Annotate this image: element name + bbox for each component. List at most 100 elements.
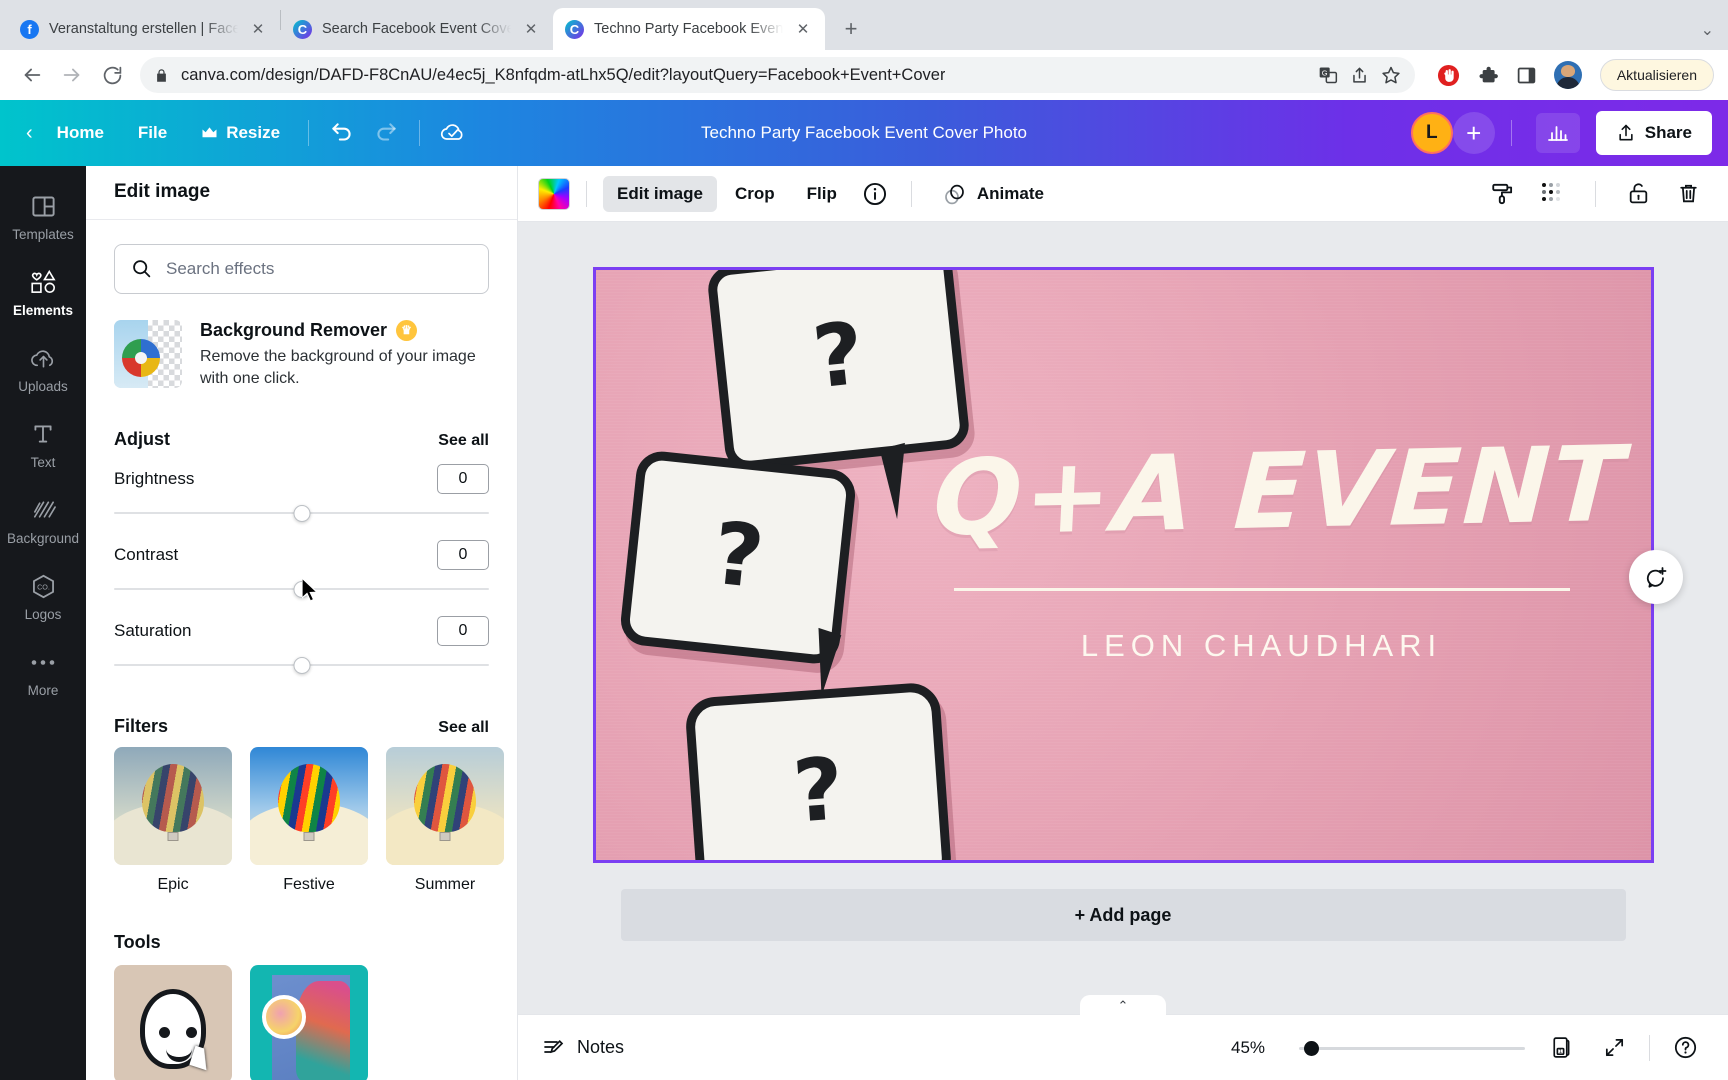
design-subtitle-text[interactable]: LEON CHAUDHARI (954, 628, 1570, 664)
saturation-value[interactable]: 0 (437, 615, 489, 646)
speech-bubble: ? (683, 681, 953, 860)
undo-icon[interactable] (321, 112, 363, 154)
crop-button[interactable]: Crop (721, 176, 789, 212)
side-panel-icon[interactable] (1516, 65, 1537, 86)
avatar[interactable]: L (1410, 112, 1453, 154)
lock-icon[interactable] (1618, 174, 1658, 214)
slider-handle[interactable] (293, 504, 310, 522)
profile-avatar[interactable] (1553, 61, 1582, 89)
cloud-saved-icon[interactable] (432, 112, 474, 154)
face-retouch-tool[interactable] (114, 964, 232, 1080)
browser-addressbar: canva.com/design/DAFD-F8CnAU/e4ec5j_K8nf… (0, 50, 1728, 100)
browser-tab-2[interactable]: C Search Facebook Event Cover ✕ (281, 8, 553, 50)
sidebar-item-logos[interactable]: CO. Logos (4, 560, 82, 631)
sidebar-item-elements[interactable]: Elements (4, 256, 82, 327)
brightness-value[interactable]: 0 (437, 463, 489, 494)
filters-see-all-link[interactable]: See all (438, 719, 489, 737)
zoom-slider[interactable] (1299, 1039, 1525, 1057)
background-remover-item[interactable]: Background Remover ♛ Remove the backgrou… (114, 319, 489, 391)
image-color-swatch[interactable] (538, 177, 570, 210)
upload-icon (1616, 123, 1636, 143)
add-page-button[interactable]: + Add page (620, 889, 1626, 941)
contrast-value[interactable]: 0 (437, 539, 489, 570)
share-icon[interactable] (1350, 66, 1369, 85)
add-comment-icon[interactable] (1629, 550, 1683, 604)
browser-tab-1[interactable]: f Veranstaltung erstellen | Faceb ✕ (8, 8, 280, 50)
zoom-slider-handle[interactable] (1304, 1040, 1319, 1056)
translate-icon[interactable]: G (1318, 65, 1338, 85)
uploads-cloud-icon (29, 343, 58, 373)
canva-topbar: ‹ Home File Resize Techno Party Facebook… (0, 100, 1728, 166)
flip-button[interactable]: Flip (793, 176, 851, 212)
tools-list (114, 964, 489, 1080)
trash-icon[interactable] (1668, 174, 1708, 214)
share-button[interactable]: Share (1595, 111, 1712, 155)
animate-label: Animate (976, 183, 1044, 203)
home-button[interactable]: Home (41, 115, 120, 151)
extension-icons (1437, 61, 1582, 89)
browser-tab-3[interactable]: C Techno Party Facebook Event C ✕ (553, 8, 825, 50)
adjust-title: Adjust (114, 428, 170, 449)
paint-roller-icon[interactable] (1483, 174, 1523, 214)
fullscreen-icon[interactable] (1595, 1029, 1633, 1067)
file-menu-button[interactable]: File (122, 115, 183, 151)
saturation-slider[interactable] (114, 652, 489, 678)
new-tab-button[interactable]: + (835, 13, 867, 45)
sidebar-item-more[interactable]: More (4, 636, 82, 707)
close-icon[interactable]: ✕ (793, 19, 813, 39)
document-title[interactable]: Techno Party Facebook Event Cover Photo (701, 123, 1027, 143)
search-icon (131, 258, 152, 279)
design-canvas[interactable]: ? ? ? Q+A EVENT LEON CHAUDHARI (592, 267, 1654, 863)
sidebar-item-background[interactable]: Background (4, 484, 82, 555)
sidebar-item-label: Logos (24, 607, 62, 622)
info-icon[interactable] (855, 174, 895, 214)
resize-button[interactable]: Resize (185, 115, 296, 151)
contrast-slider[interactable] (114, 576, 489, 602)
search-input[interactable]: Search effects (114, 243, 489, 294)
transparency-icon[interactable] (1533, 174, 1573, 214)
close-icon[interactable]: ✕ (248, 19, 268, 39)
left-rail: Templates Elements Uploads Text Backgrou… (0, 166, 86, 1080)
edit-image-button[interactable]: Edit image (603, 175, 717, 212)
bar-chart-icon[interactable] (1535, 113, 1580, 153)
collapse-panel-button[interactable]: ⌃ (1080, 995, 1166, 1016)
bottom-bar: ⌃ Notes 45% 1 (518, 995, 1728, 1080)
update-button[interactable]: Aktualisieren (1599, 59, 1714, 91)
animate-button[interactable]: Animate (928, 176, 1058, 212)
close-icon[interactable]: ✕ (521, 19, 541, 39)
back-chevron-icon[interactable]: ‹ (16, 114, 39, 153)
help-icon[interactable] (1666, 1029, 1704, 1067)
adjust-see-all-link[interactable]: See all (438, 432, 489, 450)
sidebar-item-uploads[interactable]: Uploads (4, 332, 82, 403)
page-count-icon[interactable]: 1 (1541, 1029, 1579, 1067)
toolbar-divider (419, 120, 421, 146)
reload-icon[interactable] (94, 57, 130, 93)
sidebar-item-templates[interactable]: Templates (4, 180, 82, 251)
slider-handle[interactable] (293, 656, 310, 674)
filter-label: Summer (414, 875, 476, 893)
adblock-icon[interactable] (1437, 64, 1460, 87)
notes-button[interactable]: Notes (542, 1036, 624, 1060)
brightness-slider[interactable] (114, 500, 489, 526)
filter-epic[interactable]: Epic (114, 746, 232, 894)
url-bar[interactable]: canva.com/design/DAFD-F8CnAU/e4ec5j_K8nf… (140, 57, 1415, 93)
editor-area: Edit image Crop Flip Animate ? ? ? Q+A E… (518, 166, 1728, 1080)
sidebar-item-text[interactable]: Text (4, 408, 82, 479)
filter-festive[interactable]: Festive (250, 746, 368, 894)
tools-section-header: Tools (114, 932, 489, 953)
more-dots-icon (30, 647, 56, 677)
back-icon[interactable] (14, 57, 50, 93)
extensions-puzzle-icon[interactable] (1477, 64, 1499, 86)
design-divider-line (953, 588, 1570, 591)
filter-summer[interactable]: Summer (386, 746, 504, 894)
filter-label: Festive (283, 875, 335, 893)
photo-effects-tool[interactable] (250, 964, 368, 1080)
brightness-label: Brightness (114, 468, 195, 488)
add-member-button[interactable]: + (1452, 112, 1495, 154)
chevron-down-icon[interactable]: ⌄ (1701, 20, 1714, 40)
redo-icon[interactable] (365, 112, 407, 154)
forward-icon[interactable] (54, 57, 90, 93)
design-title-text[interactable]: Q+A EVENT (930, 423, 1628, 559)
bookmark-star-icon[interactable] (1381, 65, 1401, 85)
svg-text:CO.: CO. (37, 582, 50, 591)
